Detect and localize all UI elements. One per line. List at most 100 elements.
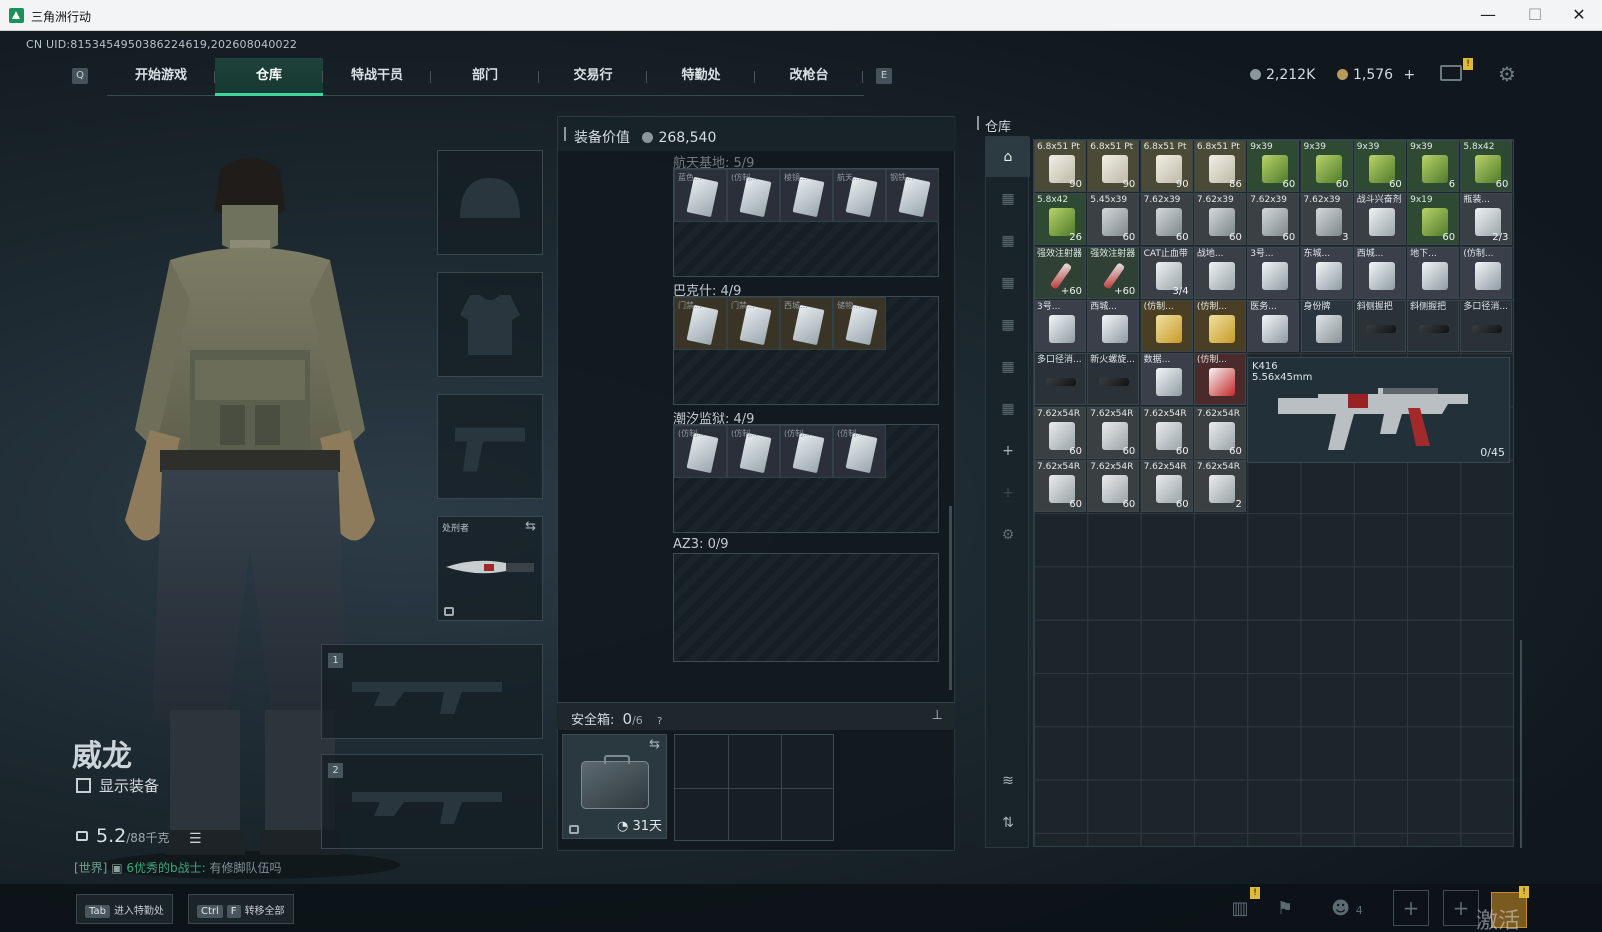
stats-icon[interactable]: ▥ (1223, 895, 1257, 923)
stash-item[interactable]: 西城... (1353, 246, 1406, 299)
tab-5[interactable]: 特勤处 (647, 58, 755, 96)
container-grid[interactable]: (仿制... (仿制... (仿制... (仿制... (673, 424, 939, 533)
stash-item[interactable]: 7.62x54R 60 (1034, 406, 1086, 459)
nav-left-key[interactable]: Q (72, 68, 88, 84)
stash-item[interactable]: 斜侧握把 (1353, 299, 1406, 352)
stash-item[interactable]: 多口径消... (1460, 299, 1513, 352)
nav-right-key[interactable]: E (876, 68, 892, 84)
container-grid[interactable]: 门禁... 门禁... 西城... 储物... (673, 296, 939, 405)
safe-box-grid[interactable] (674, 734, 834, 841)
stash-item[interactable]: 新火螺旋... (1087, 353, 1140, 406)
stash-item[interactable]: 数据... (1140, 353, 1193, 406)
stash-item[interactable]: CAT止血带 3/4 (1140, 246, 1193, 299)
stash-item[interactable]: 7.62x54R 60 (1034, 459, 1086, 512)
key-card-item[interactable]: 航天... (833, 169, 886, 222)
key-card-item[interactable]: (仿制... (780, 425, 833, 478)
stash-item[interactable]: 战斗兴奋剂 (1353, 193, 1406, 246)
stash-item[interactable]: 9x19 60 (1407, 193, 1460, 246)
stash-item[interactable]: 斜侧握把 (1407, 299, 1460, 352)
knife-slot[interactable]: 处刑者 ⇆ (437, 516, 543, 621)
stash-item[interactable]: 9x39 60 (1300, 140, 1353, 192)
helmet-slot[interactable] (437, 150, 543, 255)
stash-item[interactable]: 多口径消... (1034, 353, 1086, 406)
secondary-weapon-slot[interactable]: 2 (321, 754, 543, 849)
key-card-item[interactable]: (仿制... (727, 169, 780, 222)
stash-item[interactable]: 7.62x54R 2 (1193, 459, 1246, 512)
stash-item[interactable]: 7.62x39 3 (1300, 193, 1353, 246)
stack-icon[interactable]: ≋ (986, 761, 1030, 801)
stash-item[interactable]: 瓶装... 2/3 (1460, 193, 1513, 246)
stash-item[interactable]: 强效注射器 +60 (1034, 246, 1086, 299)
stash-item[interactable]: 3号... (1034, 299, 1086, 352)
armor-slot[interactable] (437, 272, 543, 377)
key-card-item[interactable]: 西城... (780, 297, 833, 350)
stash-item[interactable]: 5.8x42 26 (1034, 193, 1086, 246)
key-card-item[interactable]: (仿制... (727, 425, 780, 478)
stash-item[interactable]: 7.62x54R 60 (1087, 406, 1140, 459)
tab-3[interactable]: 部门 (431, 58, 539, 96)
key-card-item[interactable]: 钢铁... (886, 169, 939, 222)
stash-tab-icon[interactable]: ▦ (986, 389, 1030, 429)
stash-item[interactable]: (仿制... (1140, 299, 1193, 352)
stash-tab-icon[interactable]: ▦ (986, 347, 1030, 387)
stash-item[interactable]: 6.8x51 Pt 90 (1034, 140, 1086, 192)
minimize-button[interactable]: — (1476, 4, 1500, 26)
mail-icon[interactable]: ! (1440, 58, 1473, 81)
stash-item[interactable]: 西城... (1087, 299, 1140, 352)
stash-item[interactable]: 7.62x54R 60 (1087, 459, 1140, 512)
checkbox-icon[interactable] (76, 778, 91, 793)
stash-item[interactable]: 6.8x51 Pt 90 (1087, 140, 1140, 192)
equipment-scrollbar[interactable] (949, 506, 952, 690)
stash-item[interactable]: 6.8x51 Pt 86 (1193, 140, 1246, 192)
transfer-all-hint[interactable]: Ctrl F 转移全部 (188, 894, 294, 924)
pin-icon[interactable]: ⊥ (932, 708, 943, 723)
stash-item[interactable]: 3号... (1247, 246, 1300, 299)
stash-item[interactable]: 5.45x39 60 (1087, 193, 1140, 246)
stash-item[interactable]: 强效注射器 +60 (1087, 246, 1140, 299)
key-card-item[interactable]: 门禁... (727, 297, 780, 350)
stash-item[interactable]: 7.62x54R 60 (1140, 459, 1193, 512)
squad-icon[interactable]: ☻ 4 (1322, 895, 1372, 923)
tab-4[interactable]: 交易行 (539, 58, 647, 96)
stash-item[interactable]: (仿制... (1460, 246, 1513, 299)
stash-item[interactable]: 地下... (1407, 246, 1460, 299)
show-gear-toggle[interactable]: 显示装备 (76, 775, 159, 796)
key-card-item[interactable]: 棱镜... (780, 169, 833, 222)
stash-item[interactable]: 5.8x42 60 (1460, 140, 1513, 192)
stash-scrollbar[interactable] (1520, 640, 1522, 848)
flag-icon[interactable]: ⚑ (1268, 895, 1302, 923)
container-grid[interactable] (673, 553, 939, 662)
invite-slot-button[interactable]: + (1393, 890, 1429, 926)
tab-0[interactable]: 开始游戏 (107, 58, 215, 96)
stash-item[interactable]: 7.62x54R 60 (1193, 406, 1246, 459)
tab-1[interactable]: 仓库 (215, 58, 323, 96)
list-icon[interactable]: ☰ (189, 831, 202, 847)
stash-item[interactable]: 6.8x51 Pt 90 (1140, 140, 1193, 192)
safe-box-item[interactable]: ⇆ ◔ 31天 (562, 734, 667, 839)
stash-tab-icon[interactable]: ▦ (986, 305, 1030, 345)
settings-gear-icon[interactable]: ⚙ (1497, 64, 1517, 84)
stash-item[interactable]: 身份牌 (1300, 299, 1353, 352)
stash-tab-icon[interactable]: ▦ (986, 263, 1030, 303)
key-card-item[interactable]: 门禁... (674, 297, 727, 350)
invite-slot-button[interactable]: + (1443, 890, 1479, 926)
primary-weapon-slot[interactable]: 1 (321, 644, 543, 739)
tab-6[interactable]: 改枪台 (755, 58, 863, 96)
world-chat-line[interactable]: [世界] ▣ 6优秀的b战士: 有修脚队伍吗 (74, 859, 282, 876)
container-grid[interactable]: 蓝色... (仿制... 棱镜... 航天... 钢铁... (673, 168, 939, 277)
maximize-button[interactable]: ☐ (1523, 4, 1547, 26)
swap-icon[interactable]: ⇆ (525, 519, 536, 534)
stash-item[interactable]: 7.62x39 60 (1140, 193, 1193, 246)
stash-item[interactable]: 9x39 60 (1353, 140, 1406, 192)
stash-item[interactable]: 东城... (1300, 246, 1353, 299)
stash-item-rifle[interactable]: K416 5.56x45mm 0/45 (1247, 357, 1510, 463)
stash-tab-icon[interactable]: ▦ (986, 221, 1030, 261)
stash-item[interactable]: 7.62x39 60 (1247, 193, 1300, 246)
add-token-button[interactable]: + (1404, 67, 1416, 83)
stash-item[interactable]: 9x39 6 (1407, 140, 1460, 192)
close-button[interactable]: ✕ (1567, 4, 1591, 26)
stash-item[interactable]: 战地... (1193, 246, 1246, 299)
sort-icon[interactable]: ⇅ (986, 803, 1030, 843)
stash-item[interactable]: 7.62x54R 60 (1140, 406, 1193, 459)
stash-tab-icon[interactable]: ▦ (986, 179, 1030, 219)
